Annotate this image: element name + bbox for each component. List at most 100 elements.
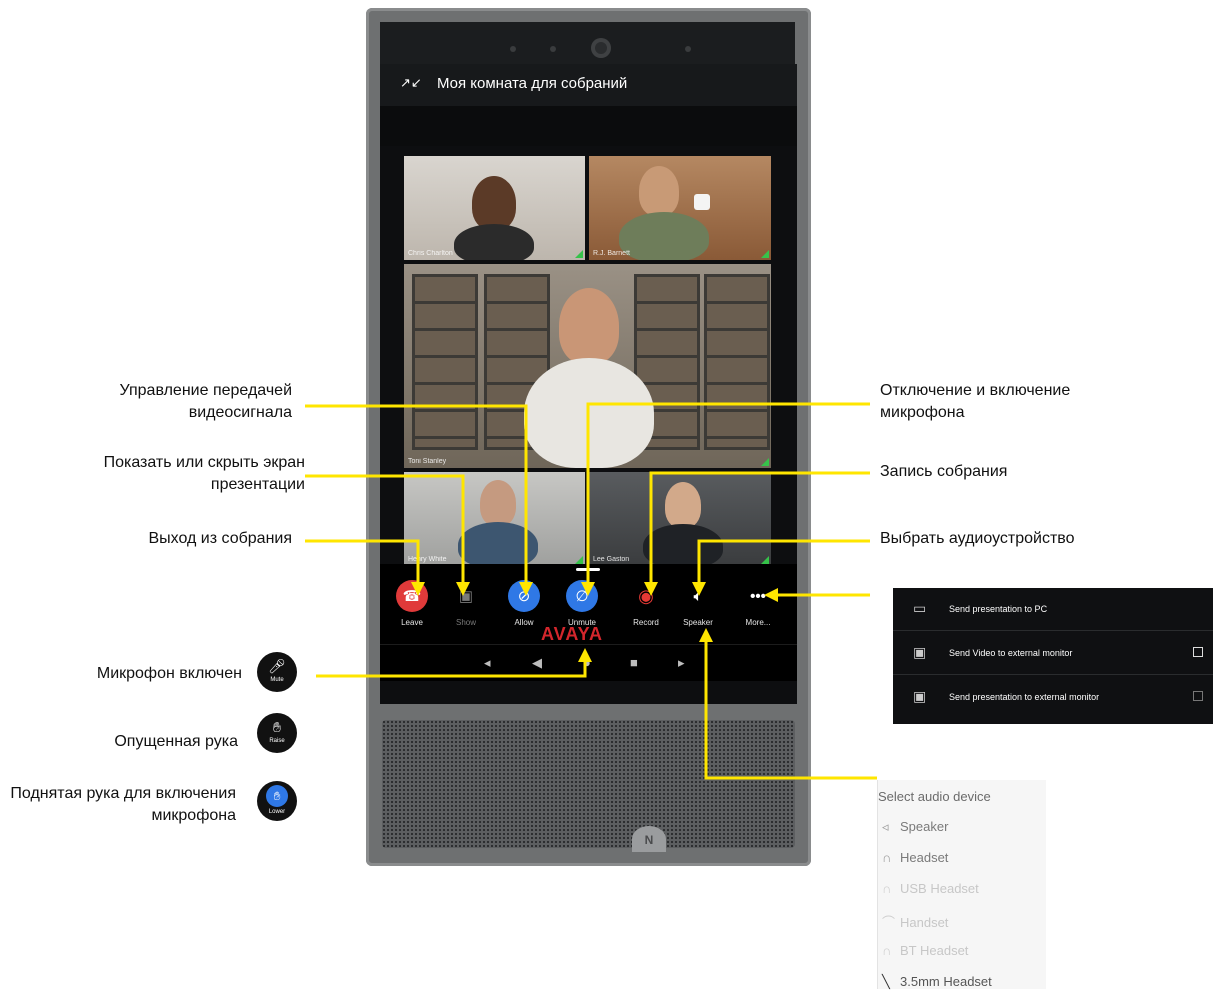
camera-bar bbox=[380, 22, 795, 70]
video-off-icon: ⊘ bbox=[508, 580, 540, 612]
audio-option-bt-headset: ∩ BT Headset bbox=[882, 943, 968, 958]
audio-option-speaker[interactable]: ◃ Speaker bbox=[882, 819, 948, 835]
video-tile[interactable]: Henry White bbox=[404, 472, 585, 566]
speaker-icon: ◃ bbox=[882, 819, 889, 834]
callout-hand-lowered: Опущенная рука bbox=[114, 733, 238, 750]
speaker-button[interactable]: 🔈︎ Speaker bbox=[668, 580, 728, 628]
hangup-icon: ☎ bbox=[396, 580, 428, 612]
audio-option-35mm-headset[interactable]: ╲ 3.5mm Headset bbox=[882, 974, 992, 990]
audio-device-panel: Select audio device ◃ Speaker ∩ Headset ∩ U… bbox=[877, 780, 1046, 989]
sensor-dot bbox=[685, 46, 691, 52]
callout-select-audio: Выбрать аудиоустройство bbox=[880, 530, 1075, 547]
participant-body bbox=[643, 524, 723, 566]
callout-record-meeting: Запись собрания bbox=[880, 463, 1008, 480]
monitor-icon: ▭ bbox=[913, 600, 927, 616]
signal-icon bbox=[575, 250, 583, 258]
callout-mic-on: Микрофон включен bbox=[96, 665, 242, 682]
speaker-label: Speaker bbox=[683, 618, 713, 627]
audio-option-headset[interactable]: ∩ Headset bbox=[882, 850, 948, 865]
mic-off-icon: ∅ bbox=[566, 580, 598, 612]
show-label: Show bbox=[455, 618, 476, 627]
participant-face bbox=[639, 166, 679, 216]
drag-handle[interactable] bbox=[576, 568, 600, 571]
more-option-row[interactable]: ▭ Send presentation to PC bbox=[893, 588, 1213, 631]
participant-body bbox=[619, 212, 709, 260]
participant-face bbox=[559, 288, 619, 364]
device-screen: ↗↙ Моя комната для собраний Chris Charlt… bbox=[380, 64, 797, 704]
audio-option-label: Handset bbox=[900, 915, 949, 930]
hand-raised-icon: ✋︎ bbox=[266, 785, 288, 807]
monitor-icon: ▣ bbox=[913, 644, 927, 660]
video-tile[interactable]: Chris Charlton bbox=[404, 156, 585, 260]
audio-option-label: USB Headset bbox=[900, 881, 979, 896]
callout-video-control: Управление передачей видеосигнала bbox=[119, 382, 292, 421]
mic-icon: 🎤︎ bbox=[268, 658, 286, 674]
lower-hand-state-icon: ✋︎ Lower bbox=[257, 781, 297, 821]
option-checkbox[interactable] bbox=[1193, 647, 1203, 657]
bookshelf bbox=[704, 274, 770, 450]
callout-show-hide: Показать или скрыть экран презентации bbox=[103, 454, 305, 493]
audio-option-label: 3.5mm Headset bbox=[900, 974, 992, 989]
leave-label: Leave bbox=[401, 618, 423, 627]
android-navbar: ◂ ◀ ● ■ ▸ bbox=[380, 644, 797, 681]
record-icon: ◉ bbox=[638, 585, 654, 606]
signal-icon bbox=[761, 556, 769, 564]
signal-icon bbox=[575, 556, 583, 564]
participant-name: Chris Charlton bbox=[408, 250, 453, 257]
conference-device: ↗↙ Моя комната для собраний Chris Charlt… bbox=[366, 8, 811, 866]
sensor-dot bbox=[550, 46, 556, 52]
more-option-row[interactable]: ▣ Send presentation to external monitor bbox=[893, 676, 1213, 718]
sensor-dot bbox=[510, 46, 516, 52]
more-label: More... bbox=[745, 618, 771, 627]
participant-body bbox=[524, 358, 654, 468]
raise-hand-state-icon: ✋︎ Raise bbox=[257, 713, 297, 753]
video-tile-active-speaker[interactable]: Toni Stanley bbox=[404, 264, 771, 468]
more-button[interactable]: ••• More... bbox=[728, 580, 788, 628]
volume-up-icon[interactable]: ▸ bbox=[678, 655, 685, 671]
nfc-icon: N bbox=[632, 826, 666, 852]
more-icon: ••• bbox=[750, 587, 766, 605]
more-option-row[interactable]: ▣ Send Video to external monitor bbox=[893, 632, 1213, 675]
audio-option-handset: ⌒ Handset bbox=[882, 912, 948, 931]
callout-mic-toggle: Отключение и включение микрофона bbox=[880, 382, 1071, 421]
video-tile[interactable]: Lee Gaston bbox=[589, 472, 771, 566]
jack-icon: ╲ bbox=[882, 974, 890, 989]
home-icon[interactable]: ● bbox=[583, 655, 591, 670]
allow-video-button[interactable]: ⊘ Allow bbox=[494, 580, 554, 627]
participant-face bbox=[472, 176, 516, 230]
video-tile[interactable]: R.J. Barnett bbox=[589, 156, 771, 260]
participant-body bbox=[458, 522, 538, 566]
audio-panel-title: Select audio device bbox=[878, 789, 991, 804]
mute-label: Mute bbox=[270, 677, 284, 683]
show-button[interactable]: ▣ Show bbox=[436, 580, 496, 627]
option-label: Send presentation to PC bbox=[949, 604, 1048, 614]
collapse-icon[interactable]: ↗↙ bbox=[400, 76, 422, 90]
back-icon[interactable]: ◀ bbox=[532, 655, 542, 671]
volume-down-icon[interactable]: ◂ bbox=[484, 655, 491, 671]
speaker-grille bbox=[382, 720, 795, 848]
lower-label: Lower bbox=[268, 809, 286, 815]
recents-icon[interactable]: ■ bbox=[630, 655, 638, 670]
meeting-titlebar: ↗↙ Моя комната для собраний bbox=[380, 64, 797, 106]
signal-icon bbox=[761, 458, 769, 466]
presentation-icon: ▣ bbox=[458, 588, 474, 605]
leave-button[interactable]: ☎ Leave bbox=[382, 580, 442, 627]
video-grid: Chris Charlton R.J. Barnett Toni Stanley bbox=[404, 156, 771, 566]
bookshelf bbox=[412, 274, 478, 450]
more-options-panel: ▭ Send presentation to PC ▣ Send Video t… bbox=[893, 588, 1213, 724]
meeting-title: Моя комната для собраний bbox=[437, 75, 628, 92]
participant-name: Lee Gaston bbox=[593, 556, 630, 563]
bluetooth-icon: ∩ bbox=[882, 943, 892, 958]
option-checkbox[interactable] bbox=[1193, 691, 1203, 701]
audio-option-label: Headset bbox=[900, 850, 949, 865]
participant-name: Henry White bbox=[408, 556, 447, 563]
participant-name: Toni Stanley bbox=[408, 458, 447, 465]
audio-option-label: BT Headset bbox=[900, 943, 969, 958]
unmute-button[interactable]: ∅ Unmute bbox=[552, 580, 612, 627]
record-button[interactable]: ◉ Record bbox=[616, 580, 676, 628]
option-label: Send Video to external monitor bbox=[949, 648, 1073, 658]
hand-icon: ✋︎ bbox=[273, 719, 281, 735]
participant-face bbox=[665, 482, 701, 528]
brand-logo: AVAYA bbox=[541, 624, 604, 644]
audio-option-label: Speaker bbox=[900, 819, 949, 834]
